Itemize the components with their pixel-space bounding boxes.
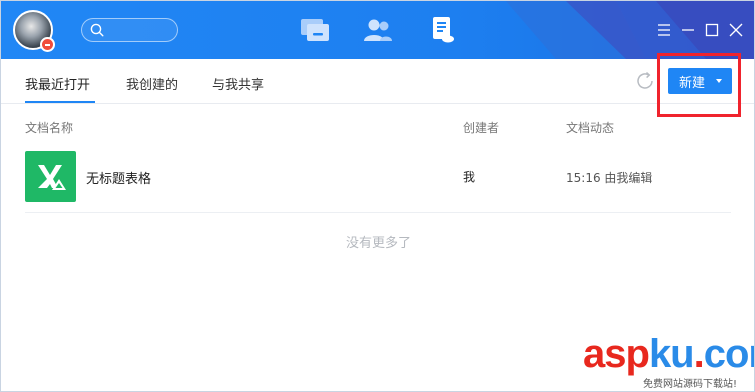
new-button-label: 新建	[679, 74, 706, 90]
nav-message-button[interactable]	[298, 15, 332, 45]
app-window: 我最近打开 我创建的 与我共享 新建 文档名称 创建者 文档动态 无标题表格 我…	[0, 0, 755, 392]
new-button[interactable]: 新建	[668, 68, 732, 94]
message-icon	[301, 19, 329, 41]
search-input[interactable]	[81, 18, 178, 42]
no-more-text: 没有更多了	[345, 236, 411, 251]
contacts-icon	[364, 19, 392, 41]
status-badge-icon	[40, 37, 55, 52]
document-icon	[433, 17, 454, 43]
nav-contacts-button[interactable]	[361, 15, 395, 45]
watermark-text: aspku.com	[583, 332, 754, 376]
tab-created[interactable]: 我创建的	[126, 74, 178, 93]
watermark-subtitle: 免费网站源码下载站!	[643, 379, 738, 390]
tab-shared[interactable]: 与我共享	[212, 74, 264, 93]
nav-document-button[interactable]	[425, 15, 459, 45]
refresh-icon[interactable]	[634, 70, 656, 92]
table-row[interactable]: 无标题表格 我 15:16 由我编辑	[25, 151, 731, 213]
file-creator: 我	[463, 170, 476, 184]
maximize-icon[interactable]	[704, 22, 720, 38]
watermark-logo: aspku.com 免费网站源码下载站!	[583, 332, 754, 391]
menu-icon[interactable]	[656, 22, 672, 38]
spreadsheet-icon	[25, 151, 76, 202]
active-tab-indicator	[25, 101, 95, 103]
close-icon[interactable]	[728, 22, 744, 38]
caret-down-icon	[716, 79, 722, 83]
search-icon	[90, 23, 104, 37]
title-bar	[1, 1, 754, 59]
column-header-name[interactable]: 文档名称	[25, 119, 73, 136]
column-header-creator[interactable]: 创建者	[463, 119, 499, 136]
file-activity: 15:16 由我编辑	[566, 171, 653, 185]
minimize-icon[interactable]	[680, 22, 696, 38]
tab-recent[interactable]: 我最近打开	[25, 74, 90, 93]
file-name[interactable]: 无标题表格	[86, 168, 151, 187]
column-header-activity[interactable]: 文档动态	[566, 119, 614, 136]
